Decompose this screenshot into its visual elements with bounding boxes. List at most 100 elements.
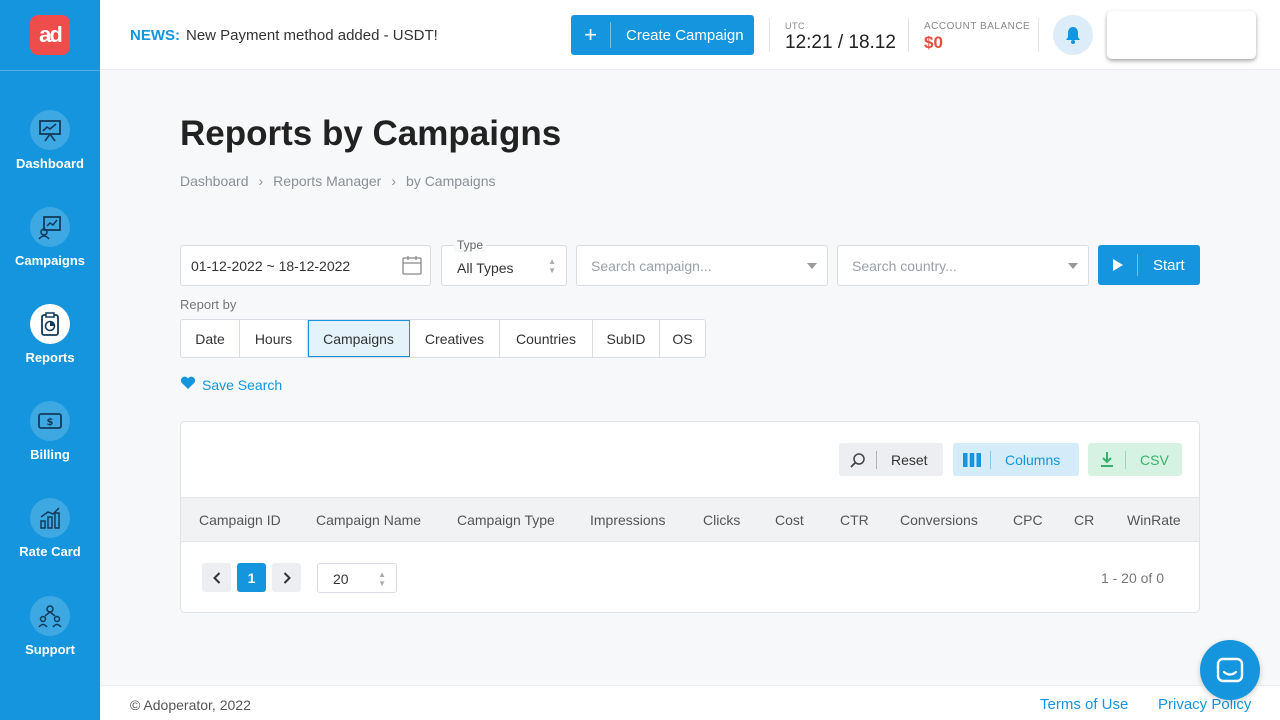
footer: © Adoperator, 2022 Terms of Use Privacy … bbox=[100, 685, 1280, 720]
report-by-creatives[interactable]: Creatives bbox=[410, 320, 500, 357]
create-campaign-label: Create Campaign bbox=[626, 26, 744, 44]
page-size-value: 20 bbox=[333, 571, 349, 587]
columns-label: Columns bbox=[1005, 451, 1061, 468]
dollar-bill-icon: $ bbox=[30, 401, 70, 441]
column-header-clicks[interactable]: Clicks bbox=[703, 512, 740, 528]
chevron-left-icon bbox=[212, 571, 220, 584]
pagination-page-1[interactable]: 1 bbox=[237, 563, 266, 592]
plus-icon: + bbox=[571, 22, 611, 48]
sidebar-item-billing[interactable]: $ Billing bbox=[0, 401, 100, 481]
column-header-campaign-type[interactable]: Campaign Type bbox=[457, 512, 555, 528]
sidebar-item-label: Campaigns bbox=[14, 253, 86, 268]
calendar-icon bbox=[402, 255, 422, 278]
play-icon bbox=[1098, 254, 1138, 276]
date-range-picker[interactable]: 01-12-2022 ~ 18-12-2022 bbox=[180, 245, 431, 286]
account-menu[interactable] bbox=[1107, 11, 1256, 59]
column-header-conversions[interactable]: Conversions bbox=[900, 512, 978, 528]
sidebar-item-dashboard[interactable]: Dashboard bbox=[0, 110, 100, 190]
chat-icon bbox=[1216, 657, 1244, 683]
report-by-segmented-control: Date Hours Campaigns Creatives Countries… bbox=[180, 319, 706, 358]
pagination-prev-button[interactable] bbox=[202, 563, 231, 592]
date-range-value: 01-12-2022 ~ 18-12-2022 bbox=[191, 258, 351, 274]
team-support-icon bbox=[30, 596, 70, 636]
news-tag: NEWS: bbox=[130, 27, 180, 44]
header-divider bbox=[908, 18, 909, 52]
country-search-select[interactable]: Search country... bbox=[837, 245, 1089, 286]
news-text: New Payment method added - USDT! bbox=[186, 27, 438, 44]
sidebar-item-rate-card[interactable]: Rate Card bbox=[0, 498, 100, 578]
utc-label: UTC bbox=[785, 21, 805, 31]
sidebar-item-label: Reports bbox=[25, 350, 75, 365]
chevron-down-icon bbox=[1068, 263, 1078, 269]
csv-label: CSV bbox=[1140, 451, 1169, 468]
report-by-hours[interactable]: Hours bbox=[240, 320, 308, 357]
page-title: Reports by Campaigns bbox=[180, 114, 562, 153]
columns-icon bbox=[953, 450, 991, 469]
top-header: NEWS: New Payment method added - USDT! + … bbox=[100, 0, 1280, 70]
utc-time: 12:21 / 18.12 bbox=[785, 32, 896, 53]
pagination-next-button[interactable] bbox=[272, 563, 301, 592]
header-divider bbox=[769, 18, 770, 52]
campaign-search-placeholder: Search campaign... bbox=[591, 258, 712, 274]
heart-icon bbox=[180, 376, 196, 393]
column-header-campaign-name[interactable]: Campaign Name bbox=[316, 512, 421, 528]
presentation-chart-icon bbox=[30, 110, 70, 150]
sidebar-item-campaigns[interactable]: Campaigns bbox=[0, 207, 100, 287]
sidebar-item-label: Support bbox=[25, 642, 75, 657]
search-reset-icon bbox=[839, 450, 877, 469]
breadcrumb-current: by Campaigns bbox=[406, 173, 496, 189]
column-header-campaign-id[interactable]: Campaign ID bbox=[199, 512, 281, 528]
sidebar-item-support[interactable]: Support bbox=[0, 596, 100, 676]
breadcrumb-separator: › bbox=[258, 173, 264, 189]
sidebar: ad Dashboard Campaigns Reports $ Billing… bbox=[0, 0, 100, 720]
select-arrows-icon: ▲ ▼ bbox=[548, 257, 556, 275]
report-by-subid[interactable]: SubID bbox=[593, 320, 660, 357]
report-by-campaigns[interactable]: Campaigns bbox=[308, 320, 410, 357]
sidebar-item-label: Dashboard bbox=[16, 156, 84, 171]
type-select[interactable]: Type All Types ▲ ▼ bbox=[441, 238, 567, 286]
report-by-date[interactable]: Date bbox=[181, 320, 240, 357]
chat-support-button[interactable] bbox=[1200, 640, 1260, 700]
columns-button[interactable]: Columns bbox=[953, 443, 1079, 476]
table-header: Campaign ID Campaign Name Campaign Type … bbox=[181, 497, 1199, 542]
sidebar-item-label: Rate Card bbox=[19, 544, 81, 559]
save-search-link[interactable]: Save Search bbox=[180, 376, 282, 393]
csv-export-button[interactable]: CSV bbox=[1088, 443, 1182, 476]
download-icon bbox=[1088, 450, 1126, 469]
column-header-cpc[interactable]: CPC bbox=[1013, 512, 1043, 528]
campaign-search-select[interactable]: Search campaign... bbox=[576, 245, 828, 286]
column-header-cr[interactable]: CR bbox=[1074, 512, 1094, 528]
start-button[interactable]: Start bbox=[1098, 245, 1200, 285]
svg-text:$: $ bbox=[47, 417, 54, 428]
column-header-ctr[interactable]: CTR bbox=[840, 512, 869, 528]
sidebar-item-reports[interactable]: Reports bbox=[0, 304, 100, 384]
report-results-card: Reset Columns CSV Campaign ID Campaign N… bbox=[180, 421, 1200, 613]
breadcrumb-reports-manager[interactable]: Reports Manager bbox=[273, 173, 381, 189]
campaign-chart-icon bbox=[30, 207, 70, 247]
header-divider bbox=[1038, 18, 1039, 52]
column-header-cost[interactable]: Cost bbox=[775, 512, 804, 528]
adoperator-logo[interactable]: ad bbox=[30, 15, 70, 55]
account-balance-value: $0 bbox=[924, 33, 943, 52]
report-by-label: Report by bbox=[180, 297, 237, 312]
report-by-countries[interactable]: Countries bbox=[500, 320, 593, 357]
sidebar-item-label: Billing bbox=[30, 447, 70, 462]
notifications-bell-icon[interactable] bbox=[1053, 15, 1093, 55]
page-size-select[interactable]: 20 ▲ ▼ bbox=[317, 563, 397, 593]
breadcrumb-dashboard[interactable]: Dashboard bbox=[180, 173, 249, 189]
country-search-placeholder: Search country... bbox=[852, 258, 957, 274]
create-campaign-button[interactable]: + Create Campaign bbox=[571, 15, 754, 55]
breadcrumb-separator: › bbox=[391, 173, 397, 189]
save-search-label: Save Search bbox=[202, 376, 283, 393]
report-by-os[interactable]: OS bbox=[660, 320, 705, 357]
select-arrows-icon: ▲ ▼ bbox=[378, 570, 386, 588]
clipboard-report-icon bbox=[30, 304, 70, 344]
terms-of-use-link[interactable]: Terms of Use bbox=[1040, 696, 1128, 713]
breadcrumb: Dashboard › Reports Manager › by Campaig… bbox=[180, 173, 496, 189]
reset-label: Reset bbox=[891, 451, 928, 468]
column-header-impressions[interactable]: Impressions bbox=[590, 512, 665, 528]
copyright-text: © Adoperator, 2022 bbox=[130, 697, 251, 713]
reset-button[interactable]: Reset bbox=[839, 443, 943, 476]
type-legend: Type bbox=[454, 238, 487, 252]
column-header-winrate[interactable]: WinRate bbox=[1127, 512, 1181, 528]
